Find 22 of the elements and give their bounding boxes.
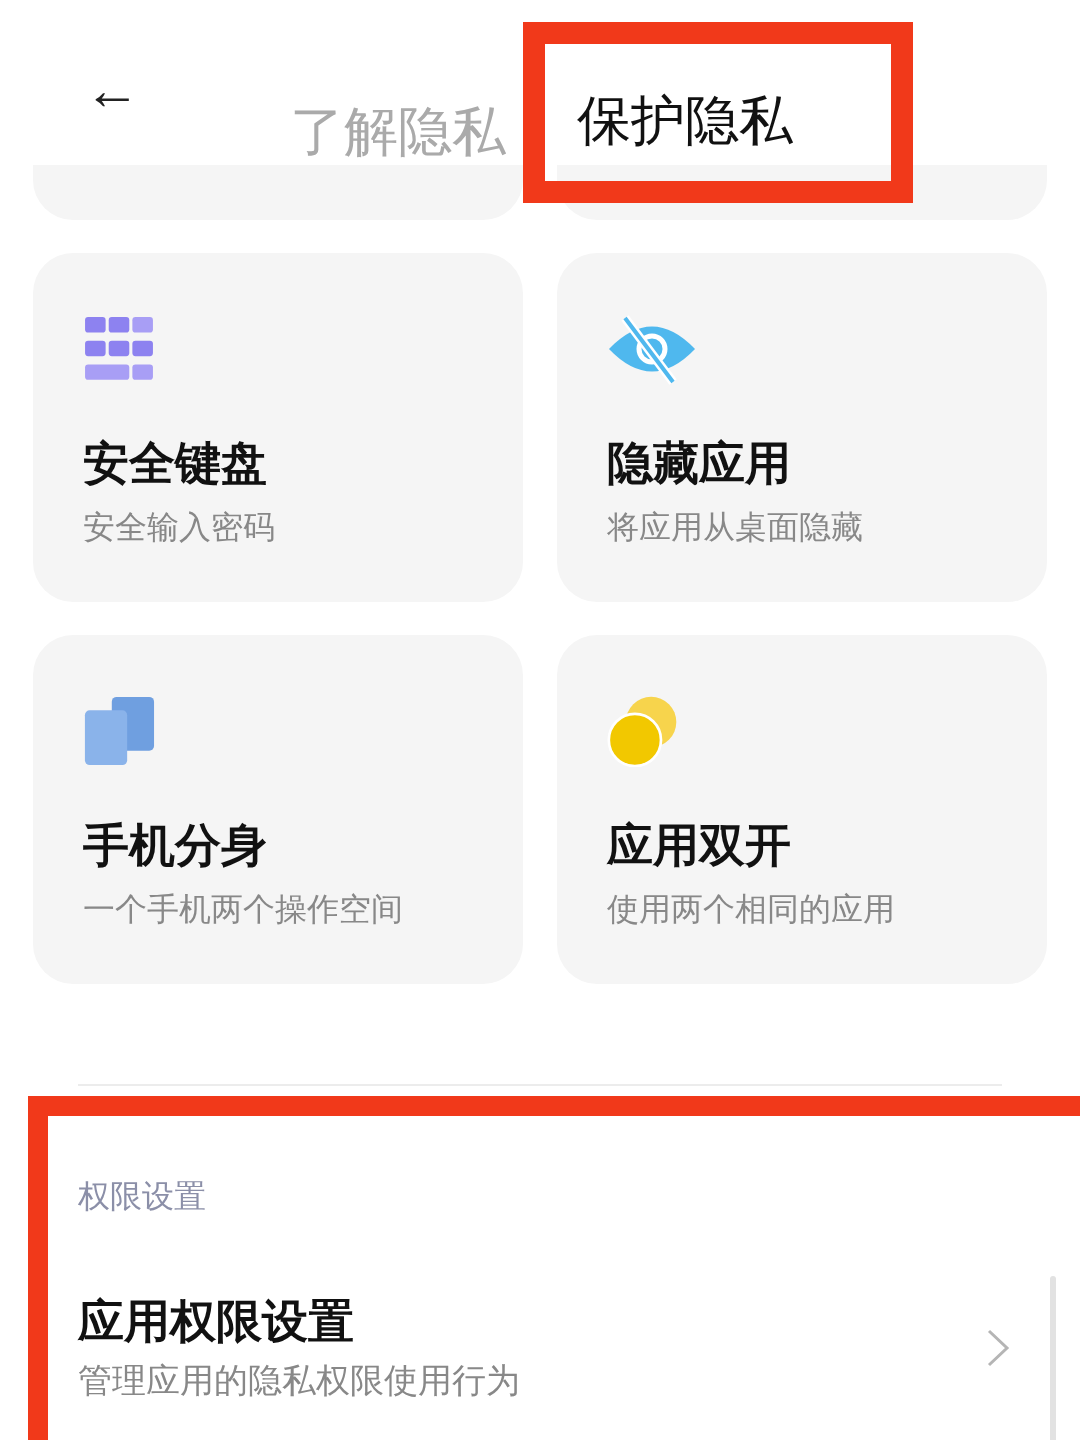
- card-title: 隐藏应用: [607, 435, 792, 491]
- chevron-icon: [986, 1328, 1010, 1368]
- section-header: 权限设置: [78, 1176, 207, 1217]
- card-subtitle: 使用两个相同的应用: [607, 889, 896, 930]
- back-button[interactable]: ←: [72, 60, 152, 120]
- settings-item[interactable]: 应用权限设置 管理应用的隐私权限使用行为: [78, 1293, 1080, 1403]
- copy-icon: [83, 695, 155, 767]
- card-title: 安全键盘: [83, 435, 268, 491]
- card-subtitle: 一个手机两个操作空间: [83, 889, 404, 930]
- item-title: 应用权限设置: [78, 1293, 355, 1349]
- eye-slash-icon: [607, 313, 697, 385]
- tab[interactable]: 保护隐私: [523, 22, 913, 203]
- feature-card[interactable]: 隐藏应用 将应用从桌面隐藏: [557, 253, 1047, 602]
- circles-icon: [607, 695, 679, 767]
- card-title: 手机分身: [83, 817, 268, 873]
- card-subtitle: 将应用从桌面隐藏: [607, 507, 864, 548]
- feature-card[interactable]: 手机分身 一个手机两个操作空间: [33, 635, 523, 984]
- card-title: 应用双开: [607, 817, 792, 873]
- item-subtitle: 管理应用的隐私权限使用行为: [78, 1359, 521, 1402]
- card-subtitle: 安全输入密码: [83, 507, 276, 548]
- feature-card[interactable]: 应用双开 使用两个相同的应用: [557, 635, 1047, 984]
- feature-card[interactable]: 安全键盘 安全输入密码: [33, 253, 523, 602]
